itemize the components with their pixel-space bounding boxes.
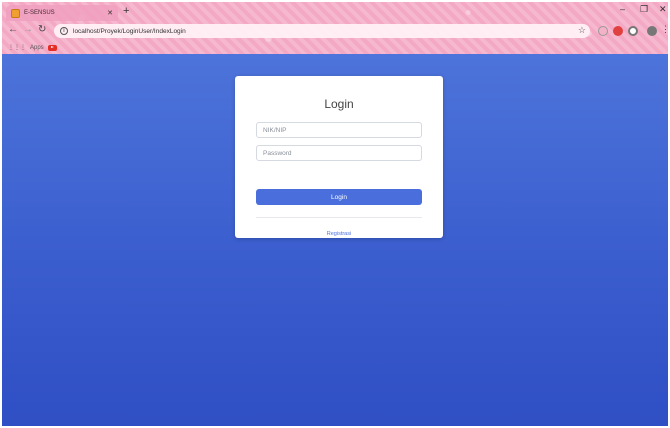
profile-avatar-icon[interactable] [647, 26, 657, 36]
login-button[interactable]: Login [256, 189, 422, 205]
adblock-extension-icon[interactable] [628, 26, 638, 36]
star-icon[interactable]: ☆ [578, 25, 586, 36]
bookmarks-bar: ⋮⋮⋮ Apps [2, 41, 668, 54]
new-tab-icon[interactable]: + [123, 6, 129, 17]
extension-icon[interactable] [598, 26, 608, 36]
browser-window: E-SENSUS ✕ + – ❐ ✕ ← → ↻ i localhost/Pro… [2, 2, 668, 426]
info-icon[interactable]: i [60, 27, 68, 35]
divider [256, 217, 422, 218]
login-card: Login Login Registrasi [235, 76, 443, 238]
tab-close-icon[interactable]: ✕ [107, 10, 113, 17]
registrasi-link[interactable]: Registrasi [235, 231, 443, 237]
tab-title: E-SENSUS [24, 10, 55, 16]
apps-label[interactable]: Apps [30, 45, 44, 51]
url-text: localhost/Proyek/LoginUser/IndexLogin [73, 27, 186, 35]
menu-kebab-icon[interactable]: ⋮ [661, 25, 668, 34]
login-title: Login [324, 97, 354, 111]
forward-arrow-icon[interactable]: → [23, 25, 33, 35]
apps-grid-icon[interactable]: ⋮⋮⋮ [8, 44, 26, 51]
close-window-icon[interactable]: ✕ [659, 5, 667, 14]
password-input[interactable] [256, 145, 422, 161]
maximize-icon[interactable]: ❐ [640, 5, 648, 14]
reload-icon[interactable]: ↻ [38, 25, 46, 35]
youtube-icon[interactable] [47, 44, 57, 51]
tab-e-sensus[interactable]: E-SENSUS ✕ [6, 5, 118, 21]
opera-extension-icon[interactable] [613, 26, 623, 36]
browser-toolbar: ← → ↻ i localhost/Proyek/LoginUser/Index… [2, 22, 668, 41]
address-bar[interactable]: i localhost/Proyek/LoginUser/IndexLogin … [54, 24, 590, 38]
page-favicon-icon [11, 8, 20, 18]
nik-nip-input[interactable] [256, 122, 422, 138]
browser-chrome: E-SENSUS ✕ + – ❐ ✕ ← → ↻ i localhost/Pro… [2, 2, 668, 54]
minimize-icon[interactable]: – [620, 5, 625, 14]
back-arrow-icon[interactable]: ← [8, 25, 18, 35]
tab-strip: E-SENSUS ✕ + – ❐ ✕ [2, 2, 668, 21]
page-viewport: Login Login Registrasi [2, 54, 668, 426]
